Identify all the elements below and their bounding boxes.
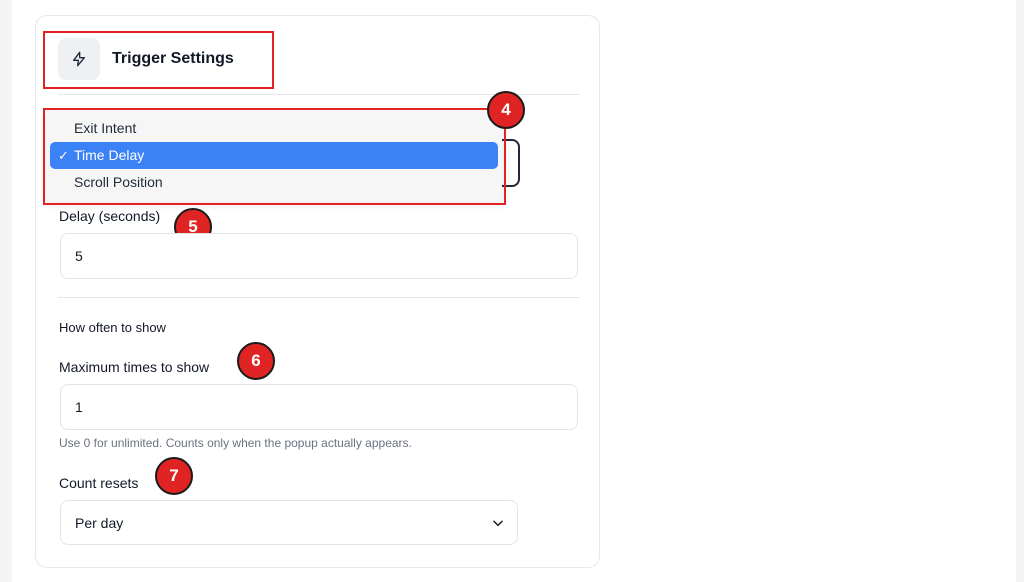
delay-input[interactable]: 5 bbox=[60, 233, 578, 279]
delay-label: Delay (seconds) bbox=[59, 208, 161, 224]
trigger-type-dropdown[interactable]: Exit Intent ✓ Time Delay Scroll Position bbox=[46, 112, 502, 202]
max-times-input[interactable]: 1 bbox=[60, 384, 578, 430]
frequency-section-label: How often to show bbox=[59, 320, 166, 335]
check-icon: ✓ bbox=[58, 148, 69, 163]
max-times-help: Use 0 for unlimited. Counts only when th… bbox=[59, 436, 412, 450]
option-time-delay[interactable]: ✓ Time Delay bbox=[50, 142, 498, 169]
card-title: Trigger Settings bbox=[112, 50, 234, 67]
max-times-label: Maximum times to show bbox=[59, 359, 210, 375]
option-exit-intent[interactable]: Exit Intent bbox=[50, 115, 498, 142]
annotation-badge-6: 6 bbox=[237, 342, 275, 380]
lightning-bolt-icon bbox=[58, 38, 100, 80]
card-header: Trigger Settings bbox=[58, 38, 234, 80]
annotation-badge-4: 4 bbox=[487, 91, 525, 129]
chevron-down-icon bbox=[491, 516, 505, 533]
annotation-badge-7: 7 bbox=[155, 457, 193, 495]
frequency-divider bbox=[58, 297, 580, 298]
option-scroll-position[interactable]: Scroll Position bbox=[50, 169, 498, 196]
count-resets-label: Count resets bbox=[59, 475, 139, 491]
count-resets-select[interactable]: Per day bbox=[60, 500, 518, 545]
